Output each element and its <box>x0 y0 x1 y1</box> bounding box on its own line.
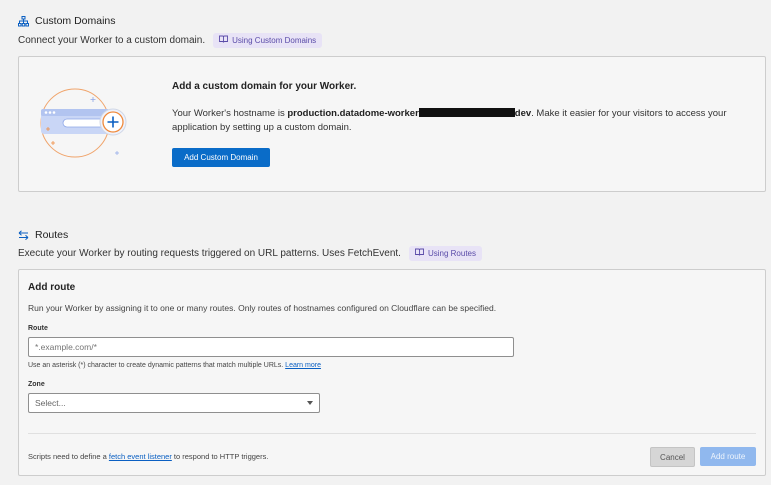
hostname-start: production.datadome-worker <box>287 108 419 119</box>
redacted-block <box>418 108 515 117</box>
routes-description: Execute your Worker by routing requests … <box>18 248 401 259</box>
custom-domains-description: Connect your Worker to a custom domain. <box>18 35 206 46</box>
add-route-card: Add route Run your Worker by assigning i… <box>18 269 766 476</box>
route-input[interactable] <box>28 337 514 357</box>
zone-label: Zone <box>28 381 45 388</box>
book-icon <box>415 248 424 259</box>
custom-domain-illustration <box>39 79 135 170</box>
custom-domains-description-row: Connect your Worker to a custom domain. … <box>18 33 323 48</box>
route-hint-text: Use an asterisk (*) character to create … <box>28 362 284 369</box>
footer-divider <box>28 433 756 434</box>
route-label: Route <box>28 325 48 332</box>
add-custom-domain-button[interactable]: Add Custom Domain <box>172 148 270 167</box>
routes-title: Routes <box>35 229 69 241</box>
hostname-prefix-text: Your Worker's hostname is <box>172 108 288 119</box>
using-routes-link[interactable]: Using Routes <box>408 246 482 261</box>
footer-prefix: Scripts need to define a <box>28 452 109 461</box>
zone-select[interactable]: Select... <box>28 393 320 413</box>
custom-domains-title: Custom Domains <box>35 15 116 27</box>
route-hint: Use an asterisk (*) character to create … <box>28 362 321 369</box>
custom-domain-heading: Add a custom domain for your Worker. <box>172 81 357 92</box>
learn-more-link[interactable]: Learn more <box>285 362 321 369</box>
sitemap-icon <box>18 15 29 27</box>
custom-domains-header: Custom Domains <box>18 15 116 27</box>
book-icon <box>219 35 229 46</box>
fetch-event-listener-link[interactable]: fetch event listener <box>109 452 172 461</box>
using-custom-domains-label: Using Custom Domains <box>232 35 317 45</box>
footer-note: Scripts need to define a fetch event lis… <box>28 452 268 461</box>
zone-select-value: Select... <box>35 398 66 408</box>
footer-suffix: to respond to HTTP triggers. <box>171 452 269 461</box>
add-route-heading: Add route <box>28 282 76 293</box>
custom-domain-card: Add a custom domain for your Worker. You… <box>18 56 766 192</box>
add-route-description: Run your Worker by assigning it to one o… <box>28 303 497 313</box>
using-routes-label: Using Routes <box>427 248 476 258</box>
routes-header: Routes <box>18 229 68 241</box>
routes-description-row: Execute your Worker by routing requests … <box>18 246 482 261</box>
hostname-end: dev <box>514 108 532 119</box>
chevron-down-icon <box>307 401 313 405</box>
custom-domain-body: Your Worker's hostname is production.dat… <box>172 107 742 135</box>
using-custom-domains-link[interactable]: Using Custom Domains <box>213 33 323 48</box>
arrows-swap-icon <box>18 230 29 240</box>
cancel-button[interactable]: Cancel <box>650 447 695 467</box>
add-route-button[interactable]: Add route <box>700 447 756 466</box>
